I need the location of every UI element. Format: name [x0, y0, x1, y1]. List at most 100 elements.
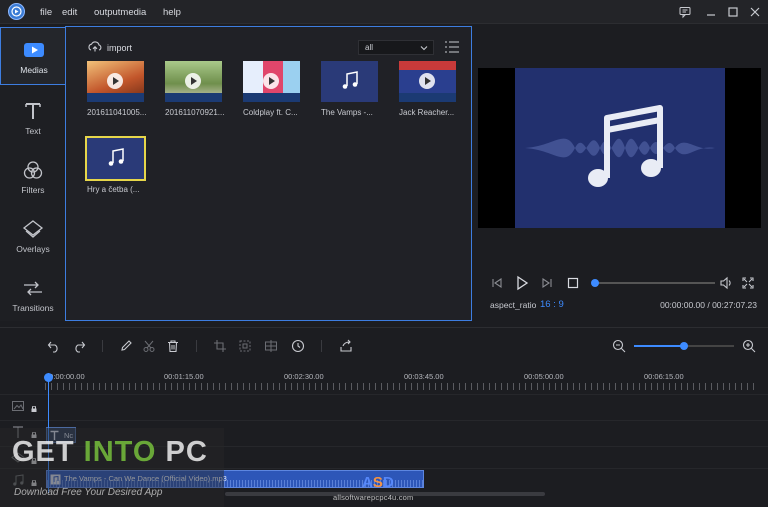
- rail-item-text[interactable]: Text: [0, 89, 66, 147]
- ruler-tick-label: 00:01:15.00: [164, 372, 204, 381]
- rail-item-transitions[interactable]: Transitions: [0, 266, 66, 324]
- media-thumbnail: [87, 61, 144, 102]
- stop-icon[interactable]: [566, 276, 580, 292]
- lock-icon[interactable]: [31, 404, 37, 412]
- maximize-button[interactable]: [726, 5, 740, 19]
- media-caption: Coldplay ft. C...: [243, 108, 298, 117]
- fullscreen-icon[interactable]: [741, 276, 755, 292]
- media-caption: Jack Reacher...: [399, 108, 455, 117]
- toolbar-divider: [102, 340, 103, 352]
- watermark-logo-part: S: [372, 474, 383, 491]
- watermark-logo-part: A: [362, 474, 373, 491]
- media-thumbnail: [85, 136, 146, 181]
- zoom-in-icon[interactable]: [742, 339, 756, 353]
- ruler-tick-label: 00:06:15.00: [644, 372, 684, 381]
- aspect-ratio-value[interactable]: 16 : 9: [540, 299, 564, 310]
- audio-waveform: [243, 93, 300, 102]
- title-bar: file edit outputmedia help: [0, 0, 768, 24]
- duration-clock-icon[interactable]: [291, 339, 305, 353]
- zoom-slider-handle[interactable]: [680, 342, 688, 350]
- cut-scissors-icon[interactable]: [142, 339, 156, 353]
- rail-item-medias[interactable]: Medias: [0, 27, 66, 85]
- overlays-layers-icon: [22, 218, 44, 240]
- timeline-ruler[interactable]: 00:00:00.00 00:01:15.00 00:02:30.00 00:0…: [0, 368, 768, 390]
- media-item[interactable]: Hry a četba (...: [85, 136, 146, 194]
- media-item[interactable]: The Vamps -...: [321, 61, 379, 117]
- watermark-title-part: GET: [12, 436, 84, 468]
- watermark-site: allsoftwarepcpc4u.com: [333, 493, 414, 502]
- aspect-ratio-label: aspect_ratio: [490, 300, 537, 310]
- music-note-icon: [108, 148, 124, 166]
- media-library-panel: import all 201611041005... 201611070921.…: [65, 26, 472, 321]
- zoom-out-icon[interactable]: [612, 339, 626, 353]
- playback-progress-track[interactable]: [595, 282, 715, 284]
- track-video: [0, 394, 768, 418]
- rail-label-medias: Medias: [20, 65, 48, 75]
- toolbar-divider: [196, 340, 197, 352]
- rail-label-text: Text: [25, 126, 41, 136]
- rail-label-filters: Filters: [21, 185, 45, 195]
- import-cloud-icon: [88, 41, 102, 55]
- list-view-icon[interactable]: [444, 40, 460, 54]
- zoom-slider-fill: [634, 345, 684, 347]
- feedback-icon[interactable]: [678, 5, 692, 19]
- play-icon: [419, 73, 435, 89]
- crop-icon[interactable]: [213, 339, 227, 353]
- menu-outputmedia[interactable]: outputmedia: [94, 7, 146, 18]
- play-icon[interactable]: [514, 275, 530, 293]
- media-filter-select[interactable]: all: [358, 40, 434, 55]
- edit-pencil-icon[interactable]: [119, 339, 133, 353]
- rail-item-overlays[interactable]: Overlays: [0, 207, 66, 265]
- media-play-icon: [23, 39, 45, 61]
- media-caption: The Vamps -...: [321, 108, 373, 117]
- playback-time: 00:00:00.00 / 00:27:07.23: [660, 300, 757, 310]
- media-item[interactable]: Coldplay ft. C...: [243, 61, 301, 117]
- close-button[interactable]: [748, 5, 762, 19]
- split-screen-icon[interactable]: [264, 339, 278, 353]
- delete-trash-icon[interactable]: [166, 339, 180, 353]
- media-item[interactable]: 201611041005...: [87, 61, 146, 117]
- next-frame-icon[interactable]: [540, 276, 554, 292]
- watermark-logo: ASD: [362, 474, 394, 491]
- media-item[interactable]: 201611070921...: [165, 61, 225, 117]
- watermark-title-part: PC: [156, 436, 208, 468]
- watermark-logo-part: D: [382, 474, 394, 491]
- import-button[interactable]: import: [88, 41, 132, 55]
- playback-progress-handle[interactable]: [591, 279, 599, 287]
- volume-icon[interactable]: [719, 276, 733, 292]
- menu-file[interactable]: file: [40, 7, 52, 18]
- audio-waveform: [87, 93, 144, 102]
- media-item[interactable]: Jack Reacher...: [399, 61, 457, 117]
- watermark-title: GET INTO PC: [12, 436, 208, 469]
- media-thumbnail: [165, 61, 222, 102]
- rail-item-filters[interactable]: Filters: [0, 148, 66, 206]
- preview-player[interactable]: [478, 68, 761, 228]
- ruler-ticks: [45, 383, 757, 390]
- watermark-subtitle: Download Free Your Desired App: [14, 487, 163, 498]
- media-thumbnail: [399, 61, 456, 102]
- mosaic-icon[interactable]: [238, 339, 252, 353]
- chevron-down-icon: [420, 44, 428, 53]
- rail-label-transitions: Transitions: [12, 303, 54, 313]
- play-icon: [185, 73, 201, 89]
- video-track-icon: [11, 399, 25, 413]
- text-t-icon: [22, 100, 44, 122]
- aspect-ratio-row: aspect_ratio 16 : 9 00:00:00.00 / 00:27:…: [490, 299, 760, 311]
- redo-icon[interactable]: [72, 339, 86, 353]
- media-caption: 201611070921...: [165, 108, 225, 117]
- filters-circles-icon: [22, 159, 44, 181]
- minimize-button[interactable]: [704, 5, 718, 19]
- export-icon[interactable]: [339, 339, 353, 353]
- menu-help[interactable]: help: [163, 7, 181, 18]
- play-icon: [263, 73, 279, 89]
- app-logo-icon: [8, 3, 25, 20]
- undo-icon[interactable]: [47, 339, 61, 353]
- music-note-icon: [525, 105, 715, 187]
- menu-edit[interactable]: edit: [62, 7, 77, 18]
- media-thumbnail: [243, 61, 300, 102]
- media-thumbnail: [321, 61, 378, 102]
- ruler-tick-label: 00:03:45.00: [404, 372, 444, 381]
- transitions-arrows-icon: [22, 277, 44, 299]
- media-caption: Hry a četba (...: [87, 185, 140, 194]
- previous-frame-icon[interactable]: [490, 276, 504, 292]
